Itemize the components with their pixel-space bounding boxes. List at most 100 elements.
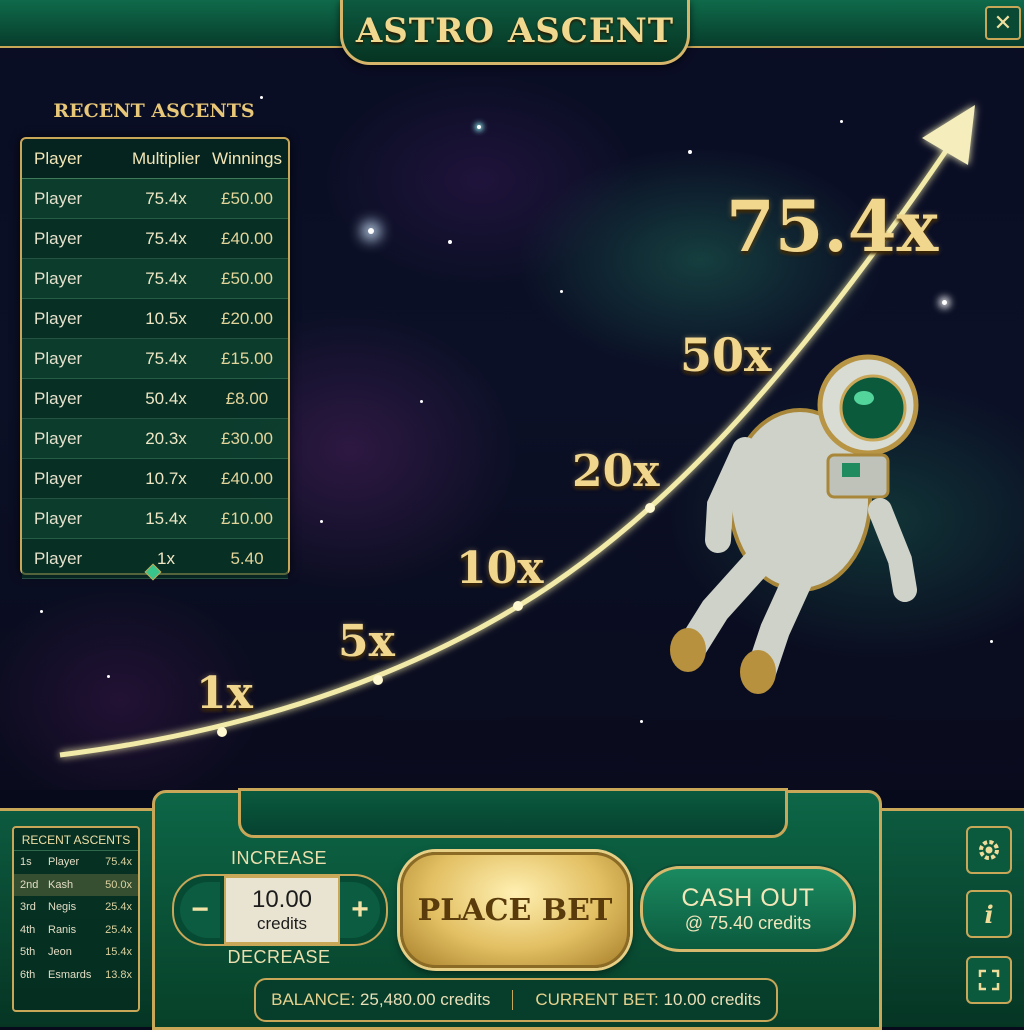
- list-item: 3rd Negis 25.4x: [14, 896, 138, 919]
- curve-point: [373, 675, 383, 685]
- fullscreen-icon: [978, 969, 1000, 991]
- winnings-cell: £50.00: [221, 188, 273, 208]
- title-plate: ASTRO ASCENT: [340, 0, 690, 65]
- player-cell: Player: [34, 508, 83, 528]
- table-header: Player Multiplier Winnings: [22, 139, 288, 179]
- astronaut: [670, 354, 919, 694]
- winnings-cell: £10.00: [221, 508, 273, 528]
- winnings-cell: 5.40: [230, 548, 264, 568]
- mult-cell: 25.4x: [105, 901, 132, 914]
- table-row: Player 75.4x £50.00: [22, 259, 288, 299]
- mult-cell: 50.0x: [105, 878, 132, 891]
- mult-cell: 25.4x: [105, 923, 132, 936]
- curve-point: [513, 601, 523, 611]
- multiplier-cell: 15.4x: [145, 508, 187, 528]
- winnings-cell: £40.00: [221, 228, 273, 248]
- player-cell: Player: [34, 268, 83, 288]
- rank-cell: 3rd: [20, 901, 36, 914]
- marker-50x: 50x: [680, 328, 772, 382]
- multiplier-cell: 10.7x: [145, 468, 187, 488]
- recent-ascents-title: RECENT ASCENTS: [53, 100, 255, 122]
- place-bet-button[interactable]: PLACE BET: [400, 852, 630, 968]
- column-header: Winnings: [212, 148, 282, 168]
- curve-arrowhead: [922, 105, 975, 165]
- curve-point: [645, 503, 655, 513]
- curve-point: [217, 727, 227, 737]
- mini-leaderboard: RECENT ASCENTS 1s Player 75.4x 2nd Kash 50.0x…: [12, 826, 140, 1012]
- winnings-cell: £15.00: [221, 348, 273, 368]
- plus-icon: +: [351, 893, 369, 926]
- name-cell: Negis: [48, 901, 77, 914]
- winnings-cell: £20.00: [221, 308, 273, 328]
- list-item: 4th Ranis 25.4x: [14, 919, 138, 942]
- player-cell: Player: [34, 428, 83, 448]
- fullscreen-button[interactable]: [966, 956, 1012, 1004]
- close-icon: ✕: [993, 10, 1013, 35]
- mult-cell: 75.4x: [105, 856, 132, 869]
- status-divider: [512, 990, 514, 1010]
- rank-cell: 2nd: [20, 878, 39, 891]
- increase-label: INCREASE: [230, 848, 328, 868]
- settings-button[interactable]: [966, 826, 1012, 874]
- player-cell: Player: [34, 468, 83, 488]
- table-row: Player 10.5x £20.00: [22, 299, 288, 339]
- name-cell: Kash: [48, 878, 74, 891]
- table-row: Player 75.4x £40.00: [22, 219, 288, 259]
- bet-amount-field[interactable]: 10.00 credits: [224, 876, 340, 944]
- gear-icon: [979, 840, 999, 860]
- winnings-cell: £50.00: [221, 268, 273, 288]
- rank-cell: 1s: [20, 856, 32, 869]
- recent-ascents-table: Player Multiplier Winnings Player 75.4x £5…: [20, 137, 290, 579]
- current-bet-display: CURRENT BET: 10.00 credits: [535, 990, 761, 1010]
- balance-display: BALANCE: 25,480.00 credits: [271, 990, 490, 1010]
- multiplier-cell: 75.4x: [145, 188, 187, 208]
- player-cell: Player: [34, 548, 83, 568]
- table-row: Player 75.4x £15.00: [22, 339, 288, 379]
- list-item: 2nd Kash 50.0x: [14, 873, 138, 896]
- winnings-cell: £40.00: [221, 468, 273, 488]
- rank-cell: 6th: [20, 968, 36, 981]
- decrease-bet-button[interactable]: −: [180, 882, 220, 938]
- status-bar: BALANCE: 25,480.00 credits CURRENT BET: …: [254, 978, 778, 1022]
- multiplier-cell: 75.4x: [145, 268, 187, 288]
- table-row: Player 15.4x £10.00: [22, 499, 288, 539]
- mult-cell: 15.4x: [105, 946, 132, 959]
- cash-out-label: CASH OUT: [681, 884, 815, 912]
- table-row: Player 75.4x £50.00: [22, 179, 288, 219]
- panel-header-plate: [238, 788, 788, 838]
- column-header: Player: [34, 148, 83, 168]
- table-row: Player 10.7x £40.00: [22, 459, 288, 499]
- player-cell: Player: [34, 188, 83, 208]
- marker-5x: 5x: [338, 616, 395, 667]
- info-icon: i: [984, 899, 994, 929]
- cash-out-value: @ 75.40 credits: [684, 913, 812, 933]
- table-row: Player 50.4x £8.00: [22, 379, 288, 419]
- marker-10x: 10x: [456, 543, 544, 594]
- marker-20x: 20x: [572, 446, 660, 497]
- current-bet-key: CURRENT BET:: [535, 990, 659, 1009]
- name-cell: Player: [48, 856, 80, 869]
- increase-bet-button[interactable]: +: [340, 882, 380, 938]
- multiplier-cell: 75.4x: [145, 348, 187, 368]
- close-button[interactable]: ✕: [985, 6, 1021, 40]
- rank-cell: 5th: [20, 946, 36, 959]
- column-header: Multiplier: [131, 148, 201, 168]
- winnings-cell: £30.00: [221, 428, 273, 448]
- list-item: 1s Player 75.4x: [14, 851, 138, 874]
- player-cell: Player: [34, 308, 83, 328]
- name-cell: Ranis: [48, 923, 77, 936]
- minus-icon: −: [191, 893, 209, 926]
- list-item: 5th Jeon 15.4x: [14, 941, 138, 964]
- game-title: ASTRO ASCENT: [355, 11, 675, 51]
- balance-value: 25,480.00 credits: [359, 990, 491, 1009]
- bet-amount-value: 10.00: [251, 886, 313, 913]
- bet-stepper: − 10.00 credits +: [172, 874, 388, 946]
- name-cell: Jeon: [48, 946, 72, 959]
- cash-out-button[interactable]: CASH OUT @ 75.40 credits: [640, 866, 856, 952]
- current-multiplier: 75.4x: [726, 185, 939, 268]
- mult-cell: 13.8x: [105, 968, 132, 981]
- winnings-cell: £8.00: [225, 388, 269, 408]
- multiplier-cell: 1x: [157, 548, 175, 568]
- multiplier-cell: 75.4x: [145, 228, 187, 248]
- info-button[interactable]: i: [966, 890, 1012, 938]
